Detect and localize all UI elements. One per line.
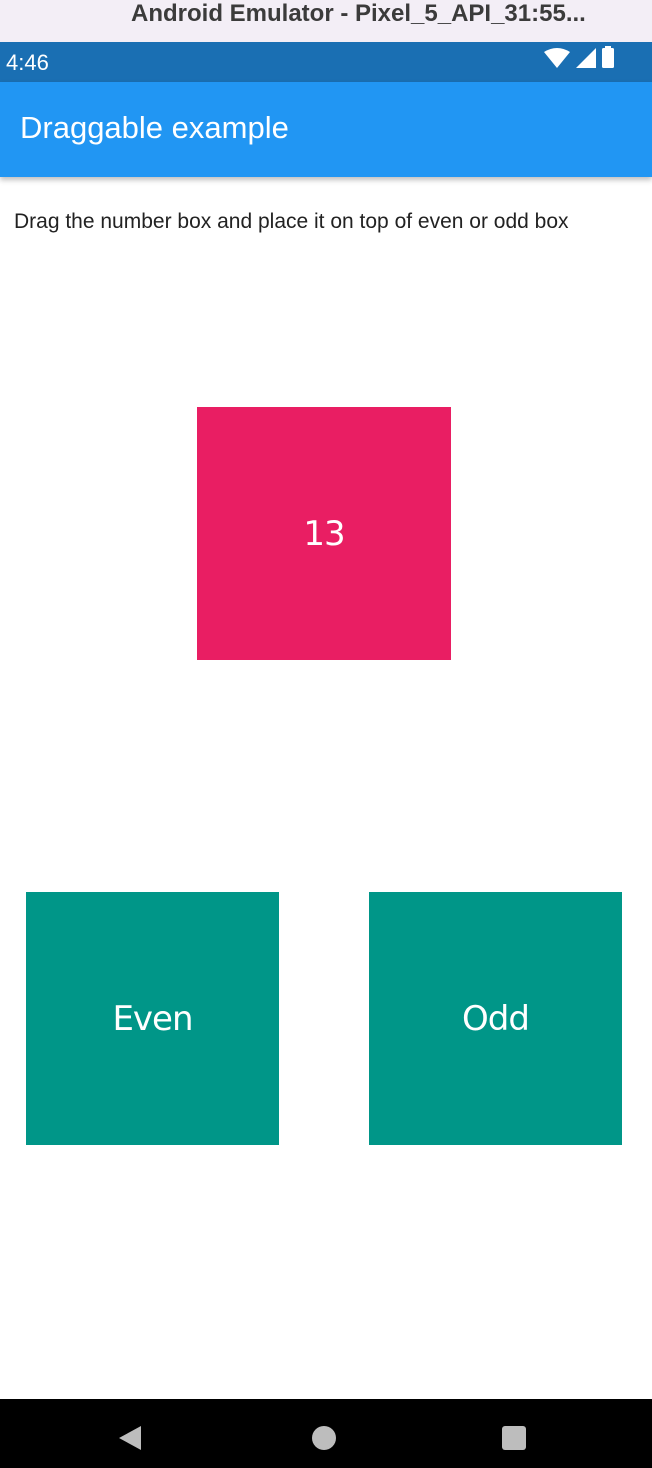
status-icons (544, 46, 614, 74)
status-bar: 4:46 (0, 42, 652, 82)
signal-icon (576, 48, 596, 74)
back-icon (119, 1426, 141, 1450)
even-drop-target[interactable]: Even (26, 892, 279, 1145)
app-bar: Draggable example (0, 82, 652, 177)
window-title: Android Emulator - Pixel_5_API_31:55... (131, 0, 586, 27)
draggable-number-box[interactable]: 13 (197, 407, 451, 660)
navigation-bar (0, 1399, 652, 1468)
recents-icon (502, 1426, 526, 1450)
emulator-window-titlebar: Android Emulator - Pixel_5_API_31:55... (0, 0, 652, 42)
odd-drop-target[interactable]: Odd (369, 892, 622, 1145)
app-bar-title: Draggable example (20, 110, 289, 145)
status-time: 4:46 (6, 50, 49, 75)
home-button[interactable] (310, 1424, 338, 1452)
back-button[interactable] (116, 1424, 144, 1452)
odd-label: Odd (462, 998, 530, 1039)
number-label: 13 (303, 513, 345, 554)
home-icon (312, 1426, 336, 1450)
wifi-icon (544, 48, 570, 74)
even-label: Even (112, 998, 193, 1039)
instruction-text: Drag the number box and place it on top … (14, 210, 569, 233)
battery-icon (602, 46, 614, 74)
recents-button[interactable] (500, 1424, 528, 1452)
